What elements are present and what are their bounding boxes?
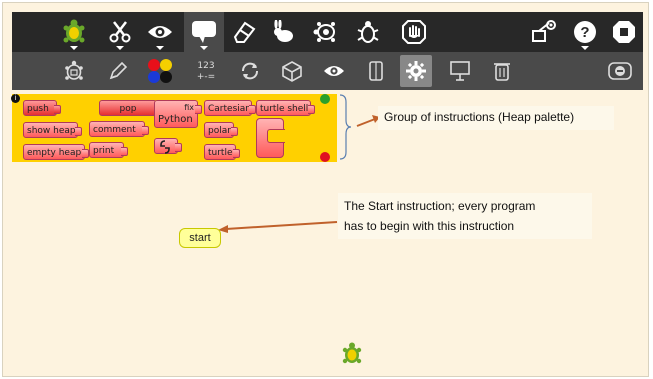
rabbit-icon[interactable] (264, 12, 304, 52)
turtle-slow-icon[interactable] (306, 12, 346, 52)
palette-close-icon[interactable] (320, 152, 330, 162)
block-turtle-shell[interactable]: turtle shell (256, 100, 315, 116)
block-label: show heap (27, 126, 76, 136)
start-annotation-line1: The Start instruction; every program (344, 199, 536, 213)
share-icon[interactable] (524, 12, 564, 52)
block-show-heap[interactable]: show heap (23, 122, 82, 138)
turtle-outline-icon[interactable] (56, 52, 92, 90)
block-sublabel: fix (184, 103, 194, 112)
canvas-turtle-icon[interactable] (341, 342, 363, 366)
block-label: turtle (208, 148, 233, 158)
block-empty-heap[interactable]: empty heap (23, 144, 89, 160)
number-icon[interactable]: 123 +-= (188, 52, 224, 90)
block-label: Python (158, 114, 193, 125)
scissors-icon[interactable] (100, 12, 140, 52)
block-push[interactable]: push (23, 100, 61, 116)
block-label: comment (93, 125, 136, 135)
block-clamp[interactable] (256, 118, 285, 158)
block-python-icon[interactable] (154, 138, 182, 154)
flow-icon[interactable] (232, 52, 268, 90)
power-icon[interactable] (604, 12, 644, 52)
block-label: print (93, 146, 115, 156)
block-pop[interactable]: pop (99, 100, 161, 116)
eye-small-icon[interactable] (316, 52, 352, 90)
block-label: polar (208, 126, 231, 136)
block-turtle[interactable]: turtle (204, 144, 240, 160)
block-label: pop (119, 104, 137, 114)
heap-annotation-text: Group of instructions (Heap palette) (384, 110, 575, 124)
gear-icon[interactable] (400, 55, 432, 87)
start-annotation-arrow (218, 221, 338, 233)
block-cartesian[interactable]: Cartesian (204, 100, 256, 116)
eye-icon[interactable] (140, 12, 180, 52)
start-block[interactable]: start (179, 228, 221, 248)
palette-expand-icon[interactable] (320, 94, 330, 104)
eraser-icon[interactable] (224, 12, 264, 52)
block-python[interactable]: fix Python (154, 100, 202, 128)
svg-text:+-=: +-= (197, 72, 215, 82)
block-comment[interactable]: comment (89, 121, 149, 137)
sensors-icon[interactable] (358, 52, 394, 90)
main-toolbar: ? (12, 12, 643, 52)
palette-bracket (339, 94, 352, 160)
speech-bubble-icon[interactable] (184, 12, 224, 52)
number-label: 123 (197, 61, 214, 71)
stop-hand-icon[interactable] (394, 12, 434, 52)
palette-info-icon[interactable]: i (11, 94, 20, 103)
palette-toolbar: 123 +-= (12, 52, 643, 90)
trash-icon[interactable] (484, 52, 520, 90)
block-polar[interactable]: polar (204, 122, 238, 138)
start-annotation-line2: has to begin with this instruction (344, 219, 515, 233)
heap-palette: i push show heap empty heap pop comment … (11, 94, 337, 162)
block-label: push (27, 104, 49, 114)
svg-text:?: ? (580, 24, 589, 41)
color-palette-icon[interactable] (142, 52, 178, 90)
box-icon[interactable] (274, 52, 310, 90)
block-print[interactable]: print (89, 142, 128, 158)
presentation-icon[interactable] (442, 52, 478, 90)
pen-icon[interactable] (100, 52, 136, 90)
collapse-icon[interactable] (602, 52, 638, 90)
block-label: turtle shell (260, 104, 309, 114)
bug-icon[interactable] (348, 12, 388, 52)
block-label: empty heap (27, 148, 82, 158)
turtle-icon[interactable] (54, 12, 94, 52)
help-icon[interactable]: ? (565, 12, 605, 52)
block-label: Cartesian (208, 104, 251, 114)
